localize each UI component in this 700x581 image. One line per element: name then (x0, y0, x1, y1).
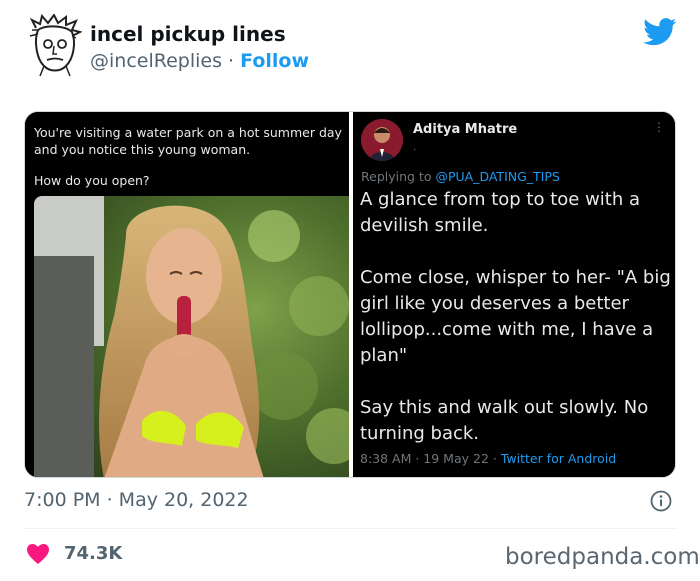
tweet-timestamp[interactable]: 7:00 PM · May 20, 2022 (24, 489, 249, 511)
twitter-bird-icon[interactable] (643, 18, 677, 46)
reply-author-sub: . (413, 142, 417, 153)
follow-button[interactable]: Follow (240, 50, 309, 72)
sketch-face-avatar-icon (29, 13, 83, 77)
display-name[interactable]: incel pickup lines (90, 22, 286, 46)
reply-paragraph: A glance from top to toe with a devilish… (360, 189, 641, 236)
reply-paragraph: Say this and walk out slowly. No turning… (360, 397, 649, 444)
info-icon[interactable] (650, 490, 672, 512)
tweet-media[interactable]: You're visiting a water park on a hot su… (24, 111, 676, 478)
watermark: boredpanda.com (505, 544, 700, 570)
question-ask: How do you open? (34, 173, 150, 188)
more-options-icon: ⋮ (653, 120, 665, 134)
question-screenshot: You're visiting a water park on a hot su… (25, 112, 349, 477)
reply-body: A glance from top to toe with a devilish… (360, 187, 672, 447)
profile-avatar[interactable] (26, 13, 83, 78)
woman-photo (34, 196, 349, 477)
handle-separator: · (221, 50, 241, 72)
divider-line (24, 528, 677, 529)
question-text: You're visiting a water park on a hot su… (34, 125, 342, 157)
like-count[interactable]: 74.3K (64, 543, 122, 564)
handle-row: @incelReplies · Follow (90, 50, 309, 72)
heart-icon[interactable] (26, 543, 50, 565)
replying-to: Replying to @PUA_DATING_TIPS (361, 169, 560, 184)
reply-avatar (361, 119, 403, 161)
reply-paragraph: Come close, whisper to her- "A big girl … (360, 267, 671, 366)
user-handle[interactable]: @incelReplies (90, 50, 222, 72)
reply-screenshot: Aditya Mhatre . ⋮ Replying to @PUA_DATIN… (353, 112, 675, 477)
reply-timestamp: 8:38 AM · 19 May 22 · (360, 451, 501, 466)
replying-mention: @PUA_DATING_TIPS (435, 169, 560, 184)
reply-author-name: Aditya Mhatre (413, 122, 518, 137)
reply-meta: 8:38 AM · 19 May 22 · Twitter for Androi… (360, 451, 616, 466)
replying-prefix: Replying to (361, 169, 436, 184)
reply-source: Twitter for Android (500, 451, 617, 466)
